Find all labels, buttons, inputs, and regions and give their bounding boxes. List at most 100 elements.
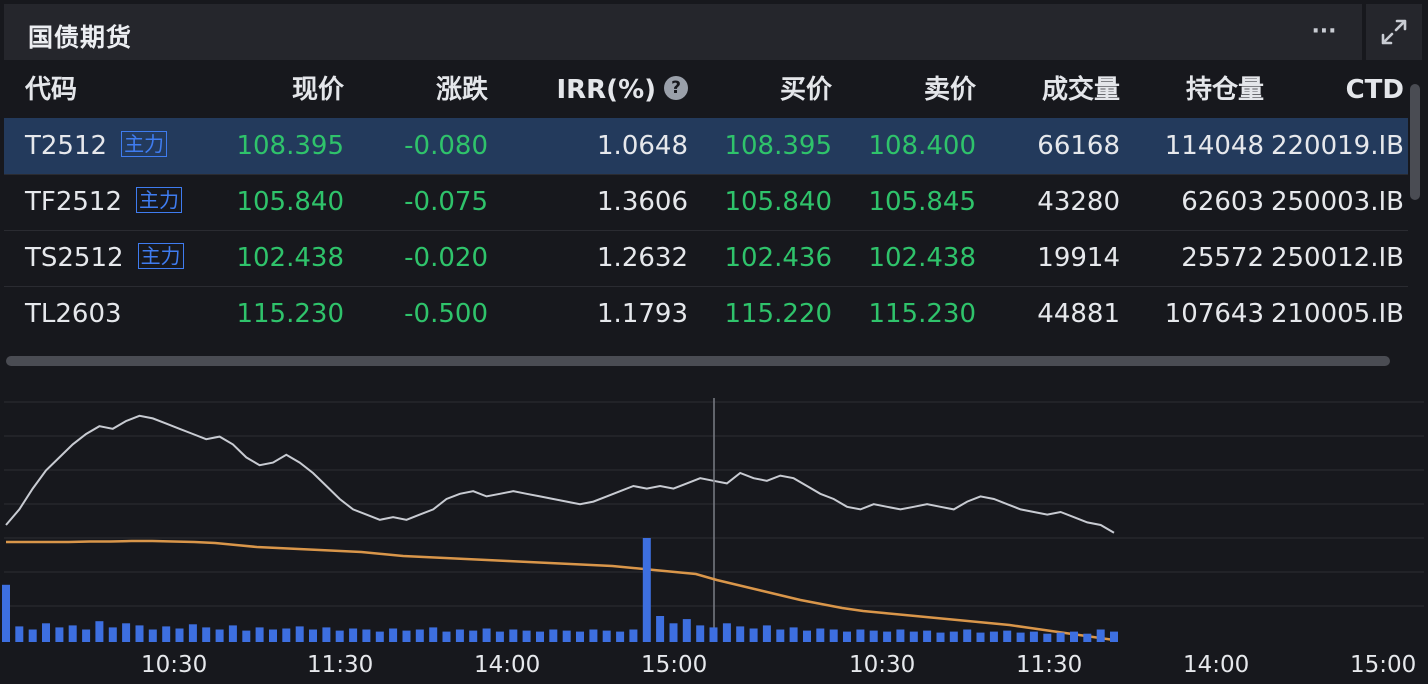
x-tick-label: 14:00: [474, 652, 541, 678]
last-price: 115.230: [236, 299, 344, 329]
volume-bar: [2, 584, 10, 642]
table-row[interactable]: TF2512 主力 105.840 -0.075 1.3606 105.840 1…: [4, 174, 1408, 231]
volume-bar: [349, 628, 358, 642]
ctd-bond: 250003.IB: [1270, 187, 1404, 217]
volume-bar: [55, 627, 64, 642]
horizontal-scrollbar[interactable]: [6, 356, 1390, 366]
volume-bar: [482, 628, 491, 642]
x-tick-label: 15:00: [1350, 652, 1417, 678]
volume-bar: [722, 623, 731, 642]
x-tick-label: 11:30: [1016, 652, 1083, 678]
volume-bar: [389, 628, 398, 642]
volume-bar: [282, 628, 291, 642]
volume: 44881: [1037, 299, 1120, 329]
bid-price: 105.840: [724, 187, 832, 217]
volume-bar: [963, 629, 972, 642]
futures-table: 代码 现价 涨跌 IRR(%)? 买价 卖价 成交量 持仓量 CTD T2512…: [4, 62, 1408, 342]
ctd-bond: 210005.IB: [1270, 299, 1404, 329]
contract-code-text: T2512: [25, 131, 108, 161]
volume-bar: [215, 629, 224, 642]
bid-price: 102.436: [724, 243, 832, 273]
help-icon[interactable]: ?: [664, 75, 688, 100]
volume-bar: [95, 621, 104, 642]
volume-bar: [1029, 631, 1038, 642]
volume-bar: [68, 625, 77, 642]
more-options-icon[interactable]: ···: [1300, 17, 1348, 47]
volume-bar: [42, 623, 50, 642]
table-header-row: 代码 现价 涨跌 IRR(%)? 买价 卖价 成交量 持仓量 CTD: [4, 62, 1408, 119]
volume-bar: [122, 623, 131, 642]
volume-bar: [269, 629, 277, 642]
bid-price: 115.220: [724, 299, 832, 329]
volume-bar: [495, 631, 504, 642]
volume-bar: [295, 626, 304, 642]
ctd-bond: 250012.IB: [1270, 243, 1404, 273]
vertical-scrollbar[interactable]: [1410, 84, 1420, 200]
volume-bar: [415, 629, 424, 642]
volume-bar: [762, 625, 771, 642]
volume-bar: [869, 630, 878, 642]
volume-bar: [536, 631, 544, 642]
ask-price: 102.438: [868, 243, 976, 273]
volume-bar: [816, 628, 825, 642]
volume-bar: [1070, 631, 1078, 642]
volume-bar: [642, 538, 651, 642]
open-interest: 107643: [1164, 299, 1264, 329]
open-interest: 114048: [1164, 131, 1264, 161]
volume-bar: [15, 626, 24, 642]
volume-bar: [82, 629, 91, 642]
table-row[interactable]: TL2603 115.230 -0.500 1.1793 115.220 115…: [4, 286, 1408, 342]
volume-bar: [656, 616, 665, 642]
volume-bar: [829, 629, 838, 642]
volume-bar: [923, 630, 932, 642]
volume-bar: [736, 626, 745, 642]
expand-icon: [1381, 19, 1407, 45]
col-header-bid[interactable]: 买价: [780, 62, 832, 118]
last-price: 108.395: [236, 131, 344, 161]
col-header-change[interactable]: 涨跌: [436, 62, 488, 118]
irr-value: 1.0648: [597, 131, 688, 161]
intraday-chart: [2, 398, 1424, 642]
col-header-ctd[interactable]: CTD: [1346, 62, 1404, 118]
col-header-volume[interactable]: 成交量: [1042, 62, 1120, 118]
volume-bar: [589, 629, 598, 642]
contract-code: T2512 主力: [25, 118, 168, 174]
volume-bar: [909, 631, 918, 642]
price-line: [5, 414, 1115, 534]
ask-price: 105.845: [868, 187, 976, 217]
volume-bar: [629, 629, 638, 642]
volume: 66168: [1037, 131, 1120, 161]
average-line: [6, 539, 1115, 642]
volume-bar: [696, 625, 705, 642]
irr-value: 1.3606: [597, 187, 688, 217]
table-row[interactable]: T2512 主力 108.395 -0.080 1.0648 108.395 10…: [4, 118, 1408, 175]
price-change: -0.080: [404, 131, 488, 161]
col-header-price[interactable]: 现价: [292, 62, 344, 118]
volume-bar: [429, 627, 438, 642]
widget-title: 国债期货: [28, 23, 133, 52]
ask-price: 108.400: [868, 131, 976, 161]
volume-bar: [1056, 632, 1065, 642]
volume-bar: [949, 631, 958, 642]
col-header-ask[interactable]: 卖价: [924, 62, 976, 118]
price-change: -0.020: [404, 243, 488, 273]
col-header-irr[interactable]: IRR(%)?: [556, 62, 688, 118]
volume-bar: [843, 631, 851, 642]
volume-bar: [522, 630, 531, 642]
col-header-irr-label: IRR(%): [556, 75, 656, 105]
expand-button[interactable]: [1366, 4, 1422, 60]
volume-bar: [709, 627, 718, 642]
col-header-code[interactable]: 代码: [25, 62, 77, 118]
col-header-open-interest[interactable]: 持仓量: [1186, 62, 1264, 118]
open-interest: 62603: [1181, 187, 1264, 217]
main-contract-badge: 主力: [121, 130, 168, 157]
x-tick-label: 10:30: [849, 652, 916, 678]
volume-bar: [789, 627, 798, 642]
volume-bar: [856, 629, 865, 642]
volume-bar: [896, 629, 905, 642]
x-tick-label: 14:00: [1183, 652, 1250, 678]
volume-bar: [989, 631, 998, 642]
table-row[interactable]: TS2512 主力 102.438 -0.020 1.2632 102.436 1…: [4, 230, 1408, 287]
bid-price: 108.395: [724, 131, 832, 161]
volume-bar: [776, 629, 785, 642]
